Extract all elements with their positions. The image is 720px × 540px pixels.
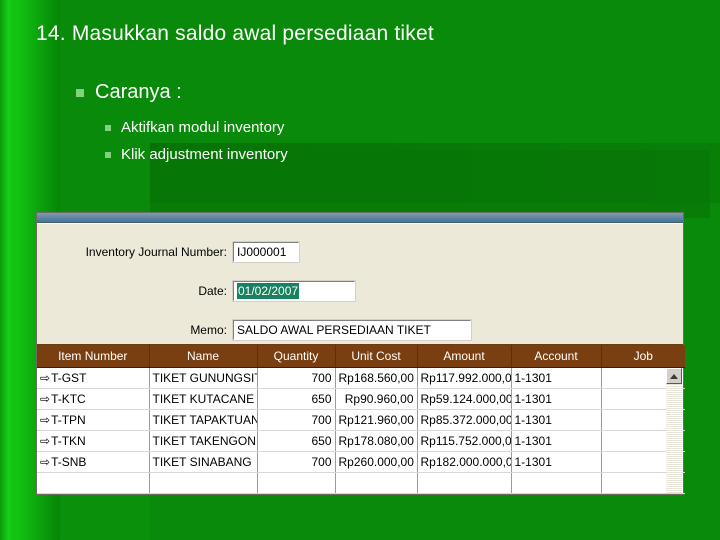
bullet-aktifkan-modul: Aktifkan modul inventory [105, 119, 284, 136]
row-select-arrow-icon[interactable]: ⇨ [40, 435, 50, 447]
cell-name[interactable] [149, 472, 258, 494]
bullet-square-icon [76, 88, 84, 97]
column-header-amount[interactable]: Amount [417, 345, 512, 368]
date-row: Date: 01/02/2007 [67, 280, 356, 302]
cell-name[interactable]: TIKET SINABANG [149, 451, 258, 473]
cell-account[interactable]: 1-1301 [511, 409, 602, 431]
cell-item-number-value: T-TPN [51, 412, 86, 427]
presentation-slide: 14. Masukkan saldo awal persediaan tiket… [0, 0, 720, 540]
cell-amount[interactable]: Rp115.752.000,00 [417, 430, 512, 452]
window-title-bar [37, 213, 683, 223]
cell-quantity[interactable] [257, 472, 336, 494]
cell-item-number[interactable]: ⇨ T-KTC [37, 388, 150, 410]
row-select-arrow-icon[interactable]: ⇨ [40, 456, 50, 468]
cell-quantity[interactable]: 650 [257, 430, 336, 452]
scroll-up-arrow-icon [670, 373, 678, 379]
inventory-lines-table: Item Number Name Quantity Unit Cost Amou… [37, 345, 685, 494]
slide-title: 14. Masukkan saldo awal persediaan tiket [36, 22, 434, 45]
cell-item-number[interactable]: ⇨ T-TPN [37, 409, 150, 431]
cell-amount[interactable]: Rp59.124.000,00 [417, 388, 512, 410]
cell-name[interactable]: TIKET GUNUNGSIT [149, 367, 258, 389]
cell-name[interactable]: TIKET KUTACANE [149, 388, 258, 410]
memo-label: Memo: [190, 323, 227, 337]
grid-body: ⇨ T-GST TIKET GUNUNGSIT 700 Rp168.560,00 … [37, 367, 685, 494]
cell-quantity[interactable]: 700 [257, 451, 336, 473]
row-select-arrow-icon[interactable]: ⇨ [40, 372, 50, 384]
date-input-value: 01/02/2007 [237, 283, 300, 299]
grid-vertical-scrollbar[interactable] [666, 368, 682, 493]
cell-account[interactable]: 1-1301 [511, 451, 602, 473]
table-row[interactable]: ⇨ T-KTC TIKET KUTACANE 650 Rp90.960,00 Rp… [37, 388, 685, 410]
journal-number-row: Inventory Journal Number: IJ000001 [67, 241, 300, 263]
cell-unit-cost[interactable]: Rp260.000,00 [335, 451, 418, 473]
cell-item-number-value: T-SNB [51, 454, 87, 469]
cell-item-number-value: T-TKN [51, 433, 86, 448]
cell-item-number[interactable] [37, 472, 150, 494]
inventory-adjustment-window: Inventory Journal Number: IJ000001 Date:… [36, 212, 685, 495]
bullet-square-icon [105, 151, 111, 158]
table-row[interactable]: ⇨ T-TPN TIKET TAPAKTUAN 700 Rp121.960,00 … [37, 409, 685, 431]
grid-header: Item Number Name Quantity Unit Cost Amou… [37, 345, 685, 368]
cell-amount[interactable] [417, 472, 512, 494]
cell-amount[interactable]: Rp117.992.000,00 [417, 367, 512, 389]
memo-row: Memo: SALDO AWAL PERSEDIAAN TIKET [67, 319, 472, 341]
cell-item-number[interactable]: ⇨ T-SNB [37, 451, 150, 473]
cell-unit-cost[interactable]: Rp168.560,00 [335, 367, 418, 389]
bullet-caranya: Caranya : [76, 81, 182, 104]
bullet-klik-adjustment-label: Klik adjustment inventory [121, 146, 288, 163]
cell-item-number-value: T-GST [51, 370, 87, 385]
cell-item-number[interactable]: ⇨ T-TKN [37, 430, 150, 452]
cell-unit-cost[interactable]: Rp121.960,00 [335, 409, 418, 431]
cell-name[interactable]: TIKET TAKENGON [149, 430, 258, 452]
cell-item-number[interactable]: ⇨ T-GST [37, 367, 150, 389]
cell-account[interactable] [511, 472, 602, 494]
cell-unit-cost[interactable] [335, 472, 418, 494]
row-select-arrow-icon[interactable]: ⇨ [40, 414, 50, 426]
background-left-highlight [0, 0, 14, 540]
cell-quantity[interactable]: 700 [257, 409, 336, 431]
scroll-up-button[interactable] [666, 368, 682, 384]
row-select-arrow-icon[interactable]: ⇨ [40, 393, 50, 405]
table-row-empty[interactable] [37, 472, 685, 494]
memo-input[interactable]: SALDO AWAL PERSEDIAAN TIKET [232, 319, 472, 341]
table-row[interactable]: ⇨ T-TKN TIKET TAKENGON 650 Rp178.080,00 R… [37, 430, 685, 452]
cell-unit-cost[interactable]: Rp178.080,00 [335, 430, 418, 452]
cell-amount[interactable]: Rp85.372.000,00 [417, 409, 512, 431]
column-header-item-number[interactable]: Item Number [37, 345, 150, 368]
cell-amount[interactable]: Rp182.000.000,00 [417, 451, 512, 473]
journal-number-input[interactable]: IJ000001 [232, 241, 300, 263]
column-header-job[interactable]: Job [601, 345, 685, 368]
cell-quantity[interactable]: 700 [257, 367, 336, 389]
background-accent-lower [60, 495, 150, 540]
cell-account[interactable]: 1-1301 [511, 388, 602, 410]
cell-account[interactable]: 1-1301 [511, 367, 602, 389]
journal-form: Inventory Journal Number: IJ000001 Date:… [37, 223, 683, 344]
inventory-lines-grid: Item Number Name Quantity Unit Cost Amou… [37, 344, 685, 494]
cell-account[interactable]: 1-1301 [511, 430, 602, 452]
grid-header-row: Item Number Name Quantity Unit Cost Amou… [37, 345, 685, 368]
date-input[interactable]: 01/02/2007 [232, 280, 356, 302]
column-header-quantity[interactable]: Quantity [257, 345, 336, 368]
bullet-caranya-label: Caranya : [95, 81, 182, 103]
column-header-name[interactable]: Name [149, 345, 258, 368]
cell-unit-cost[interactable]: Rp90.960,00 [335, 388, 418, 410]
table-row[interactable]: ⇨ T-GST TIKET GUNUNGSIT 700 Rp168.560,00 … [37, 367, 685, 389]
bullet-square-icon [105, 124, 111, 131]
table-row[interactable]: ⇨ T-SNB TIKET SINABANG 700 Rp260.000,00 R… [37, 451, 685, 473]
date-label: Date: [198, 284, 227, 298]
cell-quantity[interactable]: 650 [257, 388, 336, 410]
journal-number-label: Inventory Journal Number: [85, 245, 227, 259]
cell-name[interactable]: TIKET TAPAKTUAN [149, 409, 258, 431]
bullet-aktifkan-modul-label: Aktifkan modul inventory [121, 119, 285, 136]
column-header-account[interactable]: Account [511, 345, 602, 368]
cell-item-number-value: T-KTC [51, 391, 86, 406]
bullet-klik-adjustment: Klik adjustment inventory [105, 146, 288, 163]
column-header-unit-cost[interactable]: Unit Cost [335, 345, 418, 368]
